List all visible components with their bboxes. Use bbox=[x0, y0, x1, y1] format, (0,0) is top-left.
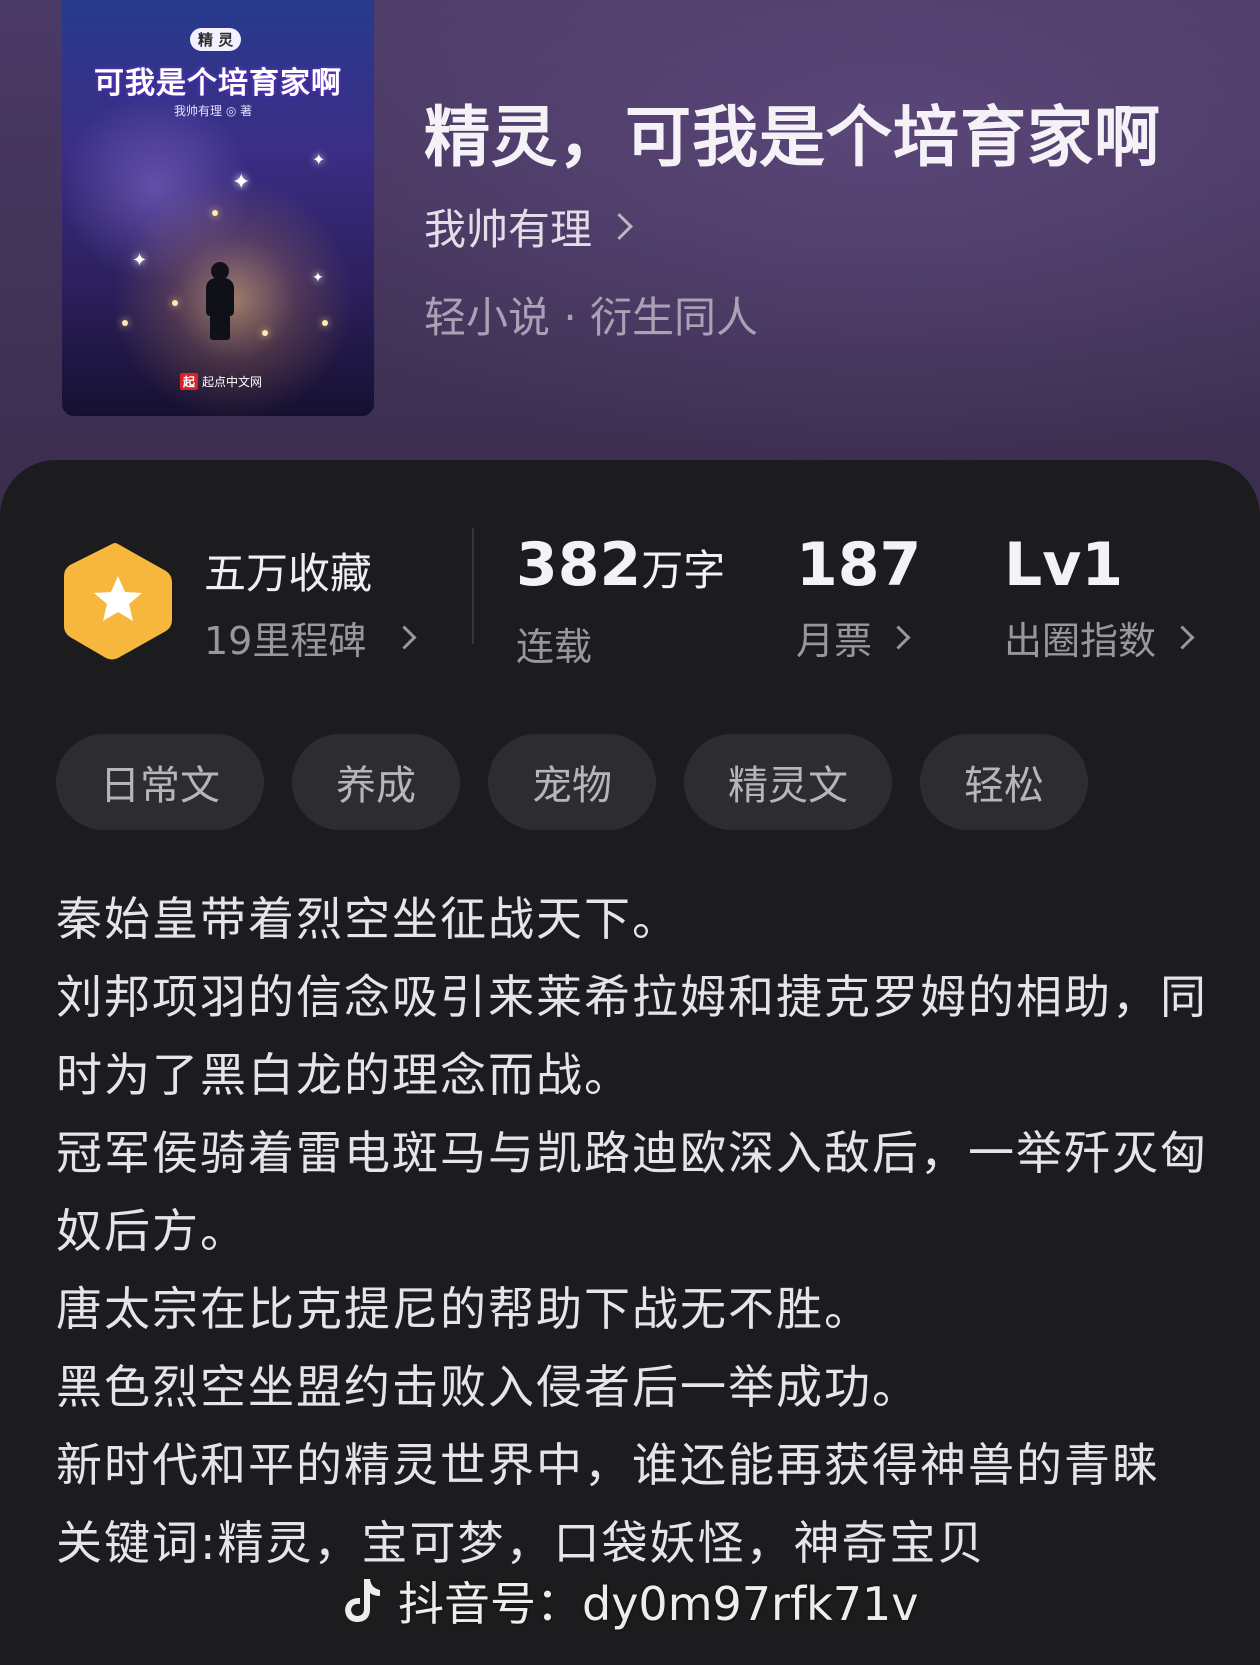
book-description: 秦始皇带着烈空坐征战天下。 刘邦项羽的信念吸引来莱希拉姆和捷克罗姆的相助，同时为… bbox=[56, 880, 1216, 1582]
star-badge-icon bbox=[64, 543, 172, 660]
chevron-right-icon bbox=[392, 625, 417, 650]
tag-chip[interactable]: 精灵文 bbox=[684, 734, 892, 830]
milestone-link[interactable]: 19里程碑 bbox=[204, 610, 417, 665]
author-name: 我帅有理 bbox=[424, 205, 593, 254]
index-label: 出圈指数 bbox=[1004, 619, 1157, 663]
watermark-text: 抖音号：dy0m97rfk71v bbox=[398, 1577, 919, 1631]
milestone-subtitle: 19里程碑 bbox=[204, 619, 367, 663]
tiktok-icon bbox=[345, 1579, 380, 1622]
cover-author: 我帅有理 ◎ 著 bbox=[174, 104, 253, 118]
description-line: 唐太宗在比克提尼的帮助下战无不胜。 bbox=[56, 1282, 872, 1336]
star-icon: ✦ bbox=[312, 270, 324, 286]
tag-chip[interactable]: 轻松 bbox=[920, 734, 1088, 830]
publisher-logo: 起起点中文网 bbox=[180, 373, 262, 390]
description-line: 黑色烈空坐盟约击败入侵者后一举成功。 bbox=[56, 1360, 920, 1414]
description-line: 秦始皇带着烈空坐征战天下。 bbox=[56, 892, 680, 946]
book-genre: 轻小说 · 衍生同人 bbox=[424, 293, 759, 342]
word-count: 382 bbox=[516, 530, 642, 600]
monthly-ticket-label: 月票 bbox=[796, 619, 873, 663]
douyin-watermark: 抖音号：dy0m97rfk71v bbox=[340, 1568, 919, 1634]
tag-list: 日常文 养成 宠物 精灵文 轻松 bbox=[56, 734, 1088, 830]
chevron-right-icon bbox=[606, 213, 633, 240]
description-line: 新时代和平的精灵世界中，谁还能再获得神兽的青睐 bbox=[56, 1438, 1160, 1492]
author-link[interactable]: 我帅有理 bbox=[424, 196, 633, 257]
tag-chip[interactable]: 养成 bbox=[292, 734, 460, 830]
book-header: ✦ ✦ ✦ ✦ 精 灵 可我是个培育家啊 我帅有理 ◎ 著 起起点中文网 精灵，… bbox=[0, 0, 1260, 520]
chevron-right-icon bbox=[886, 625, 911, 650]
cover-badge: 精 灵 bbox=[190, 28, 242, 51]
stat-monthly-ticket[interactable]: 187 月票 bbox=[796, 530, 921, 665]
cover-title: 可我是个培育家啊 bbox=[94, 66, 342, 101]
stat-index[interactable]: Lv1 出圈指数 bbox=[1004, 530, 1195, 665]
star-icon: ✦ bbox=[132, 250, 148, 271]
chevron-right-icon bbox=[1170, 625, 1195, 650]
book-cover[interactable]: ✦ ✦ ✦ ✦ 精 灵 可我是个培育家啊 我帅有理 ◎ 著 起起点中文网 bbox=[62, 0, 374, 416]
publisher-name: 起点中文网 bbox=[202, 375, 263, 389]
index-level: Lv1 bbox=[1004, 530, 1124, 600]
monthly-ticket-count: 187 bbox=[796, 530, 922, 600]
star-icon: ✦ bbox=[232, 170, 251, 195]
book-title: 精灵，可我是个培育家啊 bbox=[424, 98, 1161, 176]
milestone-title: 五万收藏 bbox=[204, 549, 373, 598]
stat-words: 382万字 连载 bbox=[516, 530, 725, 671]
tag-chip[interactable]: 宠物 bbox=[488, 734, 656, 830]
status-label: 连载 bbox=[516, 625, 593, 669]
description-line: 冠军侯骑着雷电斑马与凯路迪欧深入敌后，一举歼灭匈奴后方。 bbox=[56, 1126, 1208, 1258]
word-unit: 万字 bbox=[641, 546, 726, 595]
description-line: 刘邦项羽的信念吸引来莱希拉姆和捷克罗姆的相助，同时为了黑白龙的理念而战。 bbox=[56, 970, 1208, 1102]
tag-chip[interactable]: 日常文 bbox=[56, 734, 264, 830]
stat-divider bbox=[472, 528, 474, 644]
child-silhouette bbox=[202, 262, 236, 342]
star-icon: ✦ bbox=[312, 150, 326, 169]
publisher-mark: 起 bbox=[180, 373, 199, 390]
